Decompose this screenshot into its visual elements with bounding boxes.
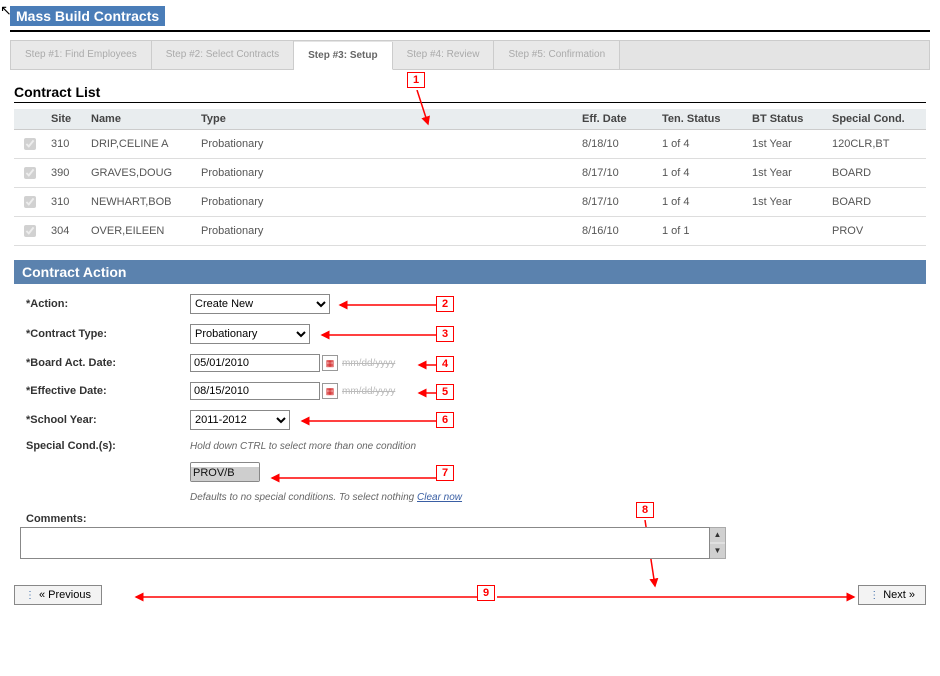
page-title: Mass Build Contracts <box>10 6 165 26</box>
label-comments: Comments: <box>20 513 100 525</box>
action-select[interactable]: Create New <box>190 294 330 314</box>
effective-date-input[interactable] <box>190 382 320 400</box>
row-checkbox[interactable] <box>24 196 36 208</box>
column-header: Site <box>45 109 85 130</box>
calendar-icon[interactable]: ▦ <box>322 383 338 399</box>
table-row: 310NEWHART,BOBProbationary8/17/101 of 41… <box>14 188 926 217</box>
next-button[interactable]: ⋮ Next » <box>858 585 926 605</box>
column-header <box>14 109 45 130</box>
column-header: Name <box>85 109 195 130</box>
contract-list-table: SiteNameTypeEff. DateTen. StatusBT Statu… <box>14 109 926 246</box>
special-cond-select[interactable]: PROVRETIRPROV/BCOACH <box>190 462 260 482</box>
tab-step-2[interactable]: Step #2: Select Contracts <box>152 41 294 69</box>
tab-step-3[interactable]: Step #3: Setup <box>294 42 392 70</box>
table-row: 304OVER,EILEENProbationary8/16/101 of 1P… <box>14 217 926 246</box>
contract-action-header: Contract Action <box>14 260 926 284</box>
dots-icon: ⋮ <box>869 590 879 601</box>
label-board-date: *Board Act. Date: <box>20 357 190 369</box>
row-checkbox[interactable] <box>24 138 36 150</box>
callout-6: 6 <box>436 412 454 428</box>
wizard-tabs: Step #1: Find EmployeesStep #2: Select C… <box>10 40 930 70</box>
scroll-up-icon[interactable]: ▲ <box>710 528 725 542</box>
clear-now-link[interactable]: Clear now <box>417 492 462 503</box>
tab-step-1[interactable]: Step #1: Find Employees <box>11 41 152 69</box>
tab-step-4[interactable]: Step #4: Review <box>393 41 495 69</box>
callout-4: 4 <box>436 356 454 372</box>
label-special-cond: Special Cond.(s): <box>20 440 190 452</box>
row-checkbox[interactable] <box>24 225 36 237</box>
callout-1: 1 <box>407 72 425 88</box>
callout-5: 5 <box>436 384 454 400</box>
date-placeholder: mm/dd/yyyy <box>342 358 395 369</box>
tab-step-5[interactable]: Step #5: Confirmation <box>494 41 620 69</box>
table-row: 390GRAVES,DOUGProbationary8/17/101 of 41… <box>14 159 926 188</box>
label-school-year: *School Year: <box>20 414 190 426</box>
column-header: BT Status <box>746 109 826 130</box>
callout-9: 9 <box>477 585 495 601</box>
date-placeholder: mm/dd/yyyy <box>342 386 395 397</box>
callout-2: 2 <box>436 296 454 312</box>
callout-7: 7 <box>436 465 454 481</box>
defaults-hint: Defaults to no special conditions. To se… <box>190 492 462 503</box>
calendar-icon[interactable]: ▦ <box>322 355 338 371</box>
contract-list-title: Contract List <box>14 84 926 103</box>
column-header: Type <box>195 109 576 130</box>
cursor-icon: ↖ <box>0 2 12 19</box>
column-header: Eff. Date <box>576 109 656 130</box>
contract-type-select[interactable]: Probationary <box>190 324 310 344</box>
board-date-input[interactable] <box>190 354 320 372</box>
scrollbar[interactable]: ▲ ▼ <box>710 527 726 559</box>
label-effective-date: *Effective Date: <box>20 385 190 397</box>
table-row: 310DRIP,CELINE AProbationary8/18/101 of … <box>14 130 926 159</box>
divider <box>10 30 930 32</box>
comments-textarea[interactable] <box>20 527 710 559</box>
special-cond-hint: Hold down CTRL to select more than one c… <box>190 441 416 452</box>
previous-button[interactable]: ⋮ « Previous <box>14 585 102 605</box>
label-action: *Action: <box>20 298 190 310</box>
callout-3: 3 <box>436 326 454 342</box>
label-contract-type: *Contract Type: <box>20 328 190 340</box>
column-header: Special Cond. <box>826 109 926 130</box>
row-checkbox[interactable] <box>24 167 36 179</box>
scroll-down-icon[interactable]: ▼ <box>710 544 725 558</box>
dots-icon: ⋮ <box>25 590 35 601</box>
column-header: Ten. Status <box>656 109 746 130</box>
school-year-select[interactable]: 2011-2012 <box>190 410 290 430</box>
